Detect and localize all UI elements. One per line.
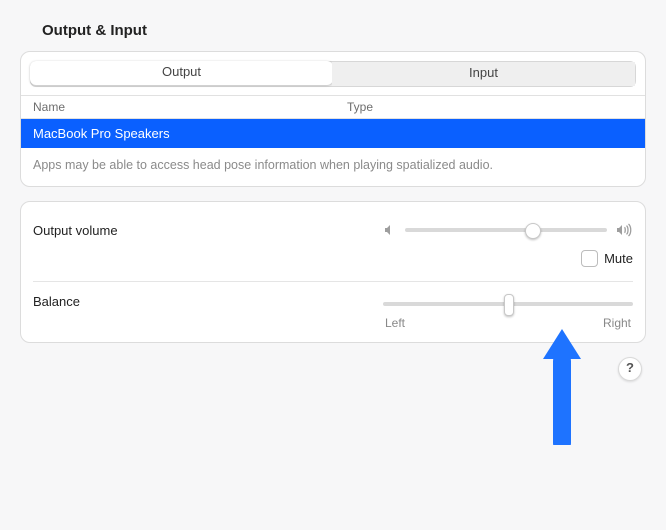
device-panel: Output Input Name Type MacBook Pro Speak… [20, 51, 646, 187]
tab-output[interactable]: Output [30, 61, 333, 85]
balance-row: Balance Left Right [33, 286, 633, 336]
balance-left-label: Left [385, 316, 405, 330]
tab-segmented-control: Output Input [30, 61, 636, 87]
divider [33, 281, 633, 282]
tab-input[interactable]: Input [332, 62, 635, 86]
balance-slider[interactable] [383, 294, 633, 314]
spatial-audio-note: Apps may be able to access head pose inf… [21, 148, 645, 186]
device-column-headers: Name Type [21, 95, 645, 119]
balance-label: Balance [33, 294, 383, 309]
page-title: Output & Input [42, 22, 646, 39]
balance-right-label: Right [603, 316, 631, 330]
column-type: Type [335, 96, 645, 118]
mute-label: Mute [604, 251, 633, 266]
column-name: Name [21, 96, 335, 118]
speaker-high-icon [615, 223, 633, 237]
output-volume-slider[interactable] [405, 220, 607, 240]
mute-checkbox[interactable] [581, 250, 598, 267]
help-button[interactable]: ? [618, 357, 642, 381]
device-row[interactable]: MacBook Pro Speakers [21, 119, 645, 148]
controls-panel: Output volume Mute [20, 201, 646, 343]
output-volume-label: Output volume [33, 223, 383, 238]
speaker-low-icon [383, 223, 397, 237]
output-volume-row: Output volume [33, 212, 633, 246]
